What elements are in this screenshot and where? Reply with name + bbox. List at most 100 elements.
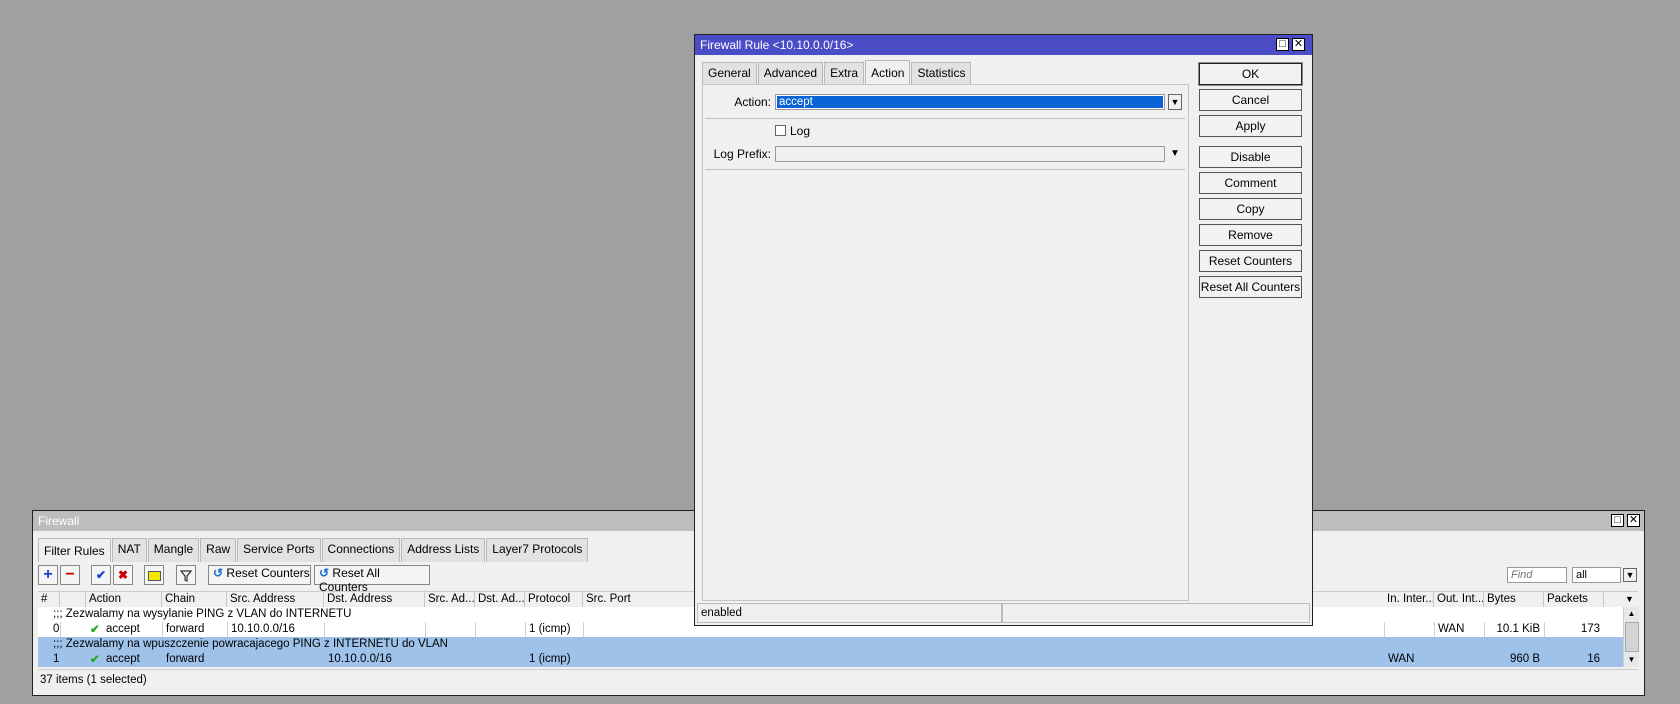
accept-check-icon: ✔ (90, 654, 100, 666)
close-icon[interactable]: ✕ (1292, 38, 1305, 51)
rule-comment: ;;; Zezwalamy na wysylanie PING z VLAN d… (53, 608, 352, 620)
reset-icon: ↺ (213, 566, 224, 580)
rule-protocol: 1 (icmp) (529, 653, 571, 665)
rule-comment: ;;; Zezwalamy na wpuszczenie powracajace… (53, 638, 448, 650)
ok-button[interactable]: OK (1198, 62, 1303, 86)
action-panel: Action: accept ▼ Log Log Prefix: ▼ (702, 84, 1189, 601)
rule-number: 0 (53, 623, 60, 635)
firewall-rule-dialog: Firewall Rule <10.10.0.0/16> □ ✕ General… (694, 34, 1313, 626)
tab-nat[interactable]: NAT (111, 538, 147, 562)
tab-layer7-protocols[interactable]: Layer7 Protocols (486, 538, 589, 562)
action-dropdown-icon[interactable]: ▼ (1168, 94, 1182, 110)
col-dst-address[interactable]: Dst. Address (324, 592, 425, 607)
find-input[interactable] (1507, 567, 1567, 583)
col-num[interactable]: # (38, 592, 60, 607)
tab-statistics[interactable]: Statistics (911, 62, 972, 84)
rule-protocol: 1 (icmp) (529, 623, 571, 635)
tab-connections[interactable]: Connections (321, 538, 401, 562)
plus-icon: + (43, 566, 53, 583)
rule-out-interface: WAN (1438, 623, 1465, 635)
note-icon (145, 566, 163, 584)
apply-button[interactable]: Apply (1199, 115, 1302, 137)
tab-filter-rules[interactable]: Filter Rules (38, 538, 111, 562)
maximize-icon[interactable]: □ (1276, 38, 1289, 51)
filter-select[interactable]: all (1572, 567, 1621, 583)
tab-raw[interactable]: Raw (200, 538, 237, 562)
rule-chain: forward (166, 653, 205, 665)
dialog-status-field: enabled (697, 603, 1002, 623)
col-in-interface[interactable]: In. Inter... (1384, 592, 1434, 607)
add-button[interactable]: + (38, 565, 58, 585)
rule-status: enabled (701, 607, 742, 619)
reset-counters-button[interactable]: ↺ Reset Counters (208, 565, 311, 585)
enable-button[interactable]: ✔ (91, 565, 111, 585)
accept-check-icon: ✔ (90, 624, 100, 636)
copy-button[interactable]: Copy (1199, 198, 1302, 220)
col-src-port[interactable]: Src. Port (583, 592, 698, 607)
reset-counters-button[interactable]: Reset Counters (1199, 250, 1302, 272)
action-label: Action: (734, 95, 771, 109)
comment-button[interactable] (144, 565, 164, 585)
table-row-comment[interactable]: ;;; Zezwalamy na wpuszczenie powracajace… (38, 637, 1623, 652)
reset-all-counters-button[interactable]: ↺ Reset All Counters (314, 565, 430, 594)
action-select[interactable]: accept (775, 94, 1165, 110)
col-dst-ad[interactable]: Dst. Ad... (475, 592, 525, 607)
dialog-titlebar[interactable]: Firewall Rule <10.10.0.0/16> □ ✕ (695, 35, 1312, 55)
rule-packets: 173 (1580, 623, 1600, 635)
separator (705, 118, 1185, 119)
log-checkbox[interactable] (775, 125, 786, 136)
col-bytes[interactable]: Bytes (1484, 592, 1544, 607)
filter-dropdown-icon[interactable]: ▼ (1623, 568, 1637, 582)
col-action[interactable]: Action (86, 592, 162, 607)
tab-general[interactable]: General (702, 62, 757, 84)
col-src-ad[interactable]: Src. Ad... (425, 592, 475, 607)
rule-number: 1 (53, 653, 60, 665)
log-prefix-label: Log Prefix: (713, 147, 771, 161)
separator (705, 169, 1185, 170)
filter-button[interactable] (176, 565, 196, 585)
dialog-title: Firewall Rule <10.10.0.0/16> (700, 38, 854, 52)
remove-button[interactable]: Remove (1199, 224, 1302, 246)
col-src-address[interactable]: Src. Address (227, 592, 324, 607)
col-packets[interactable]: Packets (1544, 592, 1604, 607)
tab-extra[interactable]: Extra (824, 62, 865, 84)
tab-action[interactable]: Action (865, 60, 911, 84)
dialog-status-field-empty (1002, 603, 1310, 623)
remove-button[interactable]: − (60, 565, 80, 585)
tab-mangle[interactable]: Mangle (147, 538, 200, 562)
reset-counters-label: Reset Counters (226, 566, 310, 580)
col-blank[interactable] (60, 592, 86, 607)
x-icon: ✖ (117, 568, 129, 582)
rule-action: accept (106, 623, 140, 635)
comment-button[interactable]: Comment (1199, 172, 1302, 194)
log-label: Log (790, 124, 811, 138)
items-count: 37 items (1 selected) (40, 674, 147, 686)
rule-src-address: 10.10.0.0/16 (231, 623, 295, 635)
scroll-down-icon[interactable]: ▼ (1624, 653, 1639, 667)
col-out-interface[interactable]: Out. Int... (1434, 592, 1484, 607)
tab-advanced[interactable]: Advanced (757, 62, 824, 84)
reset-all-counters-label: Reset All Counters (319, 566, 380, 594)
rule-chain: forward (166, 623, 205, 635)
rule-in-interface: WAN (1388, 653, 1415, 665)
log-prefix-input[interactable] (775, 146, 1165, 162)
cancel-button[interactable]: Cancel (1199, 89, 1302, 111)
table-row-selected[interactable]: 1 ✔ accept forward 10.10.0.0/16 1 (icmp)… (38, 652, 1623, 667)
columns-menu-icon[interactable]: ▼ (1622, 592, 1638, 607)
disable-button[interactable]: Disable (1199, 146, 1302, 168)
table-scrollbar[interactable]: ▲ ▼ (1623, 607, 1639, 667)
log-prefix-dropdown-icon[interactable]: ▼ (1169, 147, 1181, 161)
rule-dst-address: 10.10.0.0/16 (328, 653, 392, 665)
reset-all-counters-button[interactable]: Reset All Counters (1199, 276, 1302, 298)
col-chain[interactable]: Chain (162, 592, 227, 607)
col-protocol[interactable]: Protocol (525, 592, 583, 607)
tab-address-lists[interactable]: Address Lists (401, 538, 486, 562)
scroll-up-icon[interactable]: ▲ (1624, 607, 1639, 621)
funnel-icon (177, 566, 195, 584)
scroll-thumb[interactable] (1625, 622, 1639, 652)
tab-service-ports[interactable]: Service Ports (237, 538, 321, 562)
close-icon[interactable]: ✕ (1627, 514, 1640, 527)
disable-button[interactable]: ✖ (113, 565, 133, 585)
maximize-icon[interactable]: □ (1611, 514, 1624, 527)
rule-packets: 16 (1587, 653, 1600, 665)
